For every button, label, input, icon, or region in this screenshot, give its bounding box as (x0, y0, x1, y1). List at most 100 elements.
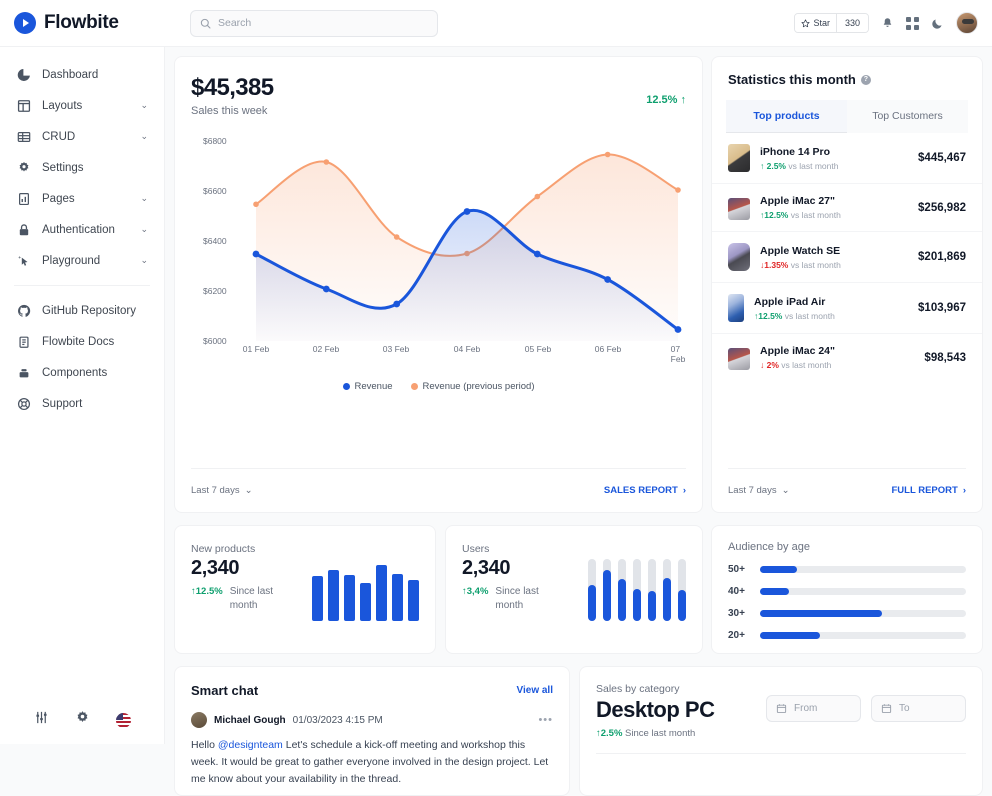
chevron-down-icon[interactable]: ⌄ (140, 224, 148, 235)
date-to-placeholder: To (899, 703, 910, 714)
product-row[interactable]: iPhone 14 Pro ↑ 2.5% vs last month $445,… (712, 133, 982, 184)
date-range-dropdown[interactable]: Last 7 days ⌄ (191, 485, 253, 496)
users-label: Users (462, 543, 490, 555)
sidebar-item-playground[interactable]: Playground ⌄ (10, 245, 154, 276)
sidebar-item-dashboard[interactable]: Dashboard (10, 59, 154, 90)
pie-chart-icon (16, 67, 31, 82)
bar-fill (663, 577, 671, 621)
change-value: ↓ 2% (760, 360, 779, 370)
iphone-14-pro-image (728, 144, 750, 172)
brand-logo[interactable]: Flowbite (14, 12, 166, 34)
tab-top-customers[interactable]: Top Customers (847, 100, 968, 133)
legend-item-revenue[interactable]: Revenue (342, 381, 393, 392)
sidebar-item-github-repository[interactable]: GitHub Repository (10, 295, 154, 326)
smart-chat-title: Smart chat (191, 683, 259, 698)
bar-fill (648, 591, 656, 621)
product-value: $445,467 (918, 152, 966, 164)
message-more-options-icon[interactable]: ••• (538, 714, 553, 726)
audience-row: 30+ (728, 608, 966, 619)
full-report-label: FULL REPORT (891, 485, 958, 496)
legend-item-revenue-previous[interactable]: Revenue (previous period) (410, 381, 534, 392)
audience-bar-fill (760, 566, 798, 573)
audience-bar-fill (760, 588, 789, 595)
sales-by-category-card: Sales by category Desktop PC ↑2.5% Since… (579, 666, 983, 796)
sidebar-item-authentication[interactable]: Authentication ⌄ (10, 214, 154, 245)
chevron-down-icon[interactable]: ⌄ (140, 255, 148, 266)
mention-link[interactable]: @designteam (218, 739, 283, 751)
product-row[interactable]: Apple iPad Air ↑12.5% vs last month $103… (712, 283, 982, 334)
sidebar-item-flowbite-docs[interactable]: Flowbite Docs (10, 326, 154, 357)
revenue-line-chart: $6800 $6600 $6400 $6200 $6000 01 Feb 02 … (191, 131, 688, 371)
sales-report-link[interactable]: SALES REPORT › (604, 485, 686, 496)
chevron-right-icon: › (682, 485, 686, 496)
change-value: ↑ 2.5% (760, 160, 786, 171)
star-label: Star (813, 18, 830, 28)
sidebar-label: Flowbite Docs (42, 335, 115, 348)
sidebar-item-crud[interactable]: CRUD ⌄ (10, 121, 154, 152)
bar-track (588, 559, 596, 621)
date-range-label: Last 7 days (728, 485, 777, 496)
brand-name: Flowbite (44, 12, 119, 33)
date-to-input[interactable]: To (871, 695, 966, 722)
users-card: Users 2,340 ↑3,4% Since last month (445, 525, 703, 654)
chevron-right-icon: › (962, 485, 966, 496)
tab-top-products[interactable]: Top products (726, 100, 847, 133)
avatar[interactable] (191, 712, 207, 728)
product-change: ↑12.5% vs last month (760, 210, 841, 220)
sidebar-item-components[interactable]: Components (10, 357, 154, 388)
apps-grid-icon[interactable] (906, 16, 919, 30)
gear-icon[interactable] (75, 710, 90, 730)
date-range-dropdown[interactable]: Last 7 days ⌄ (728, 485, 790, 496)
github-star-group[interactable]: Star 330 (794, 13, 869, 33)
full-report-link[interactable]: FULL REPORT › (892, 485, 967, 496)
sidebar-label: Dashboard (42, 68, 99, 81)
chevron-down-icon[interactable]: ⌄ (140, 131, 148, 142)
user-avatar[interactable] (956, 12, 978, 34)
layout-icon (16, 98, 31, 113)
notifications-bell-icon[interactable] (881, 17, 894, 30)
product-change: ↓ 2% vs last month (760, 360, 835, 370)
product-row[interactable]: Apple iMac 24" ↓ 2% vs last month $98,54… (712, 334, 982, 381)
product-row[interactable]: Apple Watch SE ↓1.35% vs last month $201… (712, 232, 982, 283)
search-box[interactable] (190, 9, 438, 37)
product-name: Apple iMac 27" (760, 195, 836, 207)
chart-bar-icon (16, 191, 31, 206)
bar-track (633, 559, 641, 621)
sidebar-label: Support (42, 397, 83, 410)
product-change: ↑ 2.5% vs last month (760, 161, 838, 171)
bar-track (603, 559, 611, 621)
search-container (190, 9, 438, 37)
category-label: Sales by category (596, 683, 680, 695)
x-axis-tick: 05 Feb (524, 344, 552, 354)
search-input[interactable] (218, 17, 408, 29)
sidebar-item-layouts[interactable]: Layouts ⌄ (10, 90, 154, 121)
calendar-icon (776, 704, 787, 713)
view-all-link[interactable]: View all (516, 685, 553, 696)
sales-report-label: SALES REPORT (603, 485, 678, 496)
sidebar-label: Layouts (42, 99, 83, 112)
us-flag-icon[interactable] (116, 712, 131, 728)
star-button[interactable]: Star (795, 14, 836, 32)
sidebar-item-support[interactable]: Support (10, 388, 154, 419)
x-axis-tick: 03 Feb (382, 344, 410, 354)
category-change: ↑2.5% Since last month (596, 728, 714, 739)
x-axis-tick: 04 Feb (453, 344, 481, 354)
bar (360, 583, 371, 621)
dark-mode-moon-icon[interactable] (931, 17, 944, 30)
smart-chat-card: Smart chat View all Michael Gough 01/03/… (174, 666, 570, 796)
product-row[interactable]: Apple iMac 27" ↑12.5% vs last month $256… (712, 184, 982, 232)
sliders-settings-icon[interactable] (34, 710, 49, 730)
info-icon[interactable]: ? (860, 74, 871, 85)
product-value: $256,982 (918, 201, 966, 214)
table-icon (16, 129, 31, 144)
bar-track (618, 559, 626, 621)
sidebar: Dashboard Layouts ⌄ CRUD ⌄ Settings Page… (0, 47, 165, 744)
chevron-down-icon[interactable]: ⌄ (140, 193, 148, 204)
date-from-input[interactable]: From (766, 695, 861, 722)
sidebar-label: Pages (42, 192, 75, 205)
sidebar-item-settings[interactable]: Settings (10, 152, 154, 183)
change-note: vs last month (790, 210, 841, 220)
audience-bar-fill (760, 610, 882, 617)
chevron-down-icon[interactable]: ⌄ (140, 100, 148, 111)
sidebar-item-pages[interactable]: Pages ⌄ (10, 183, 154, 214)
